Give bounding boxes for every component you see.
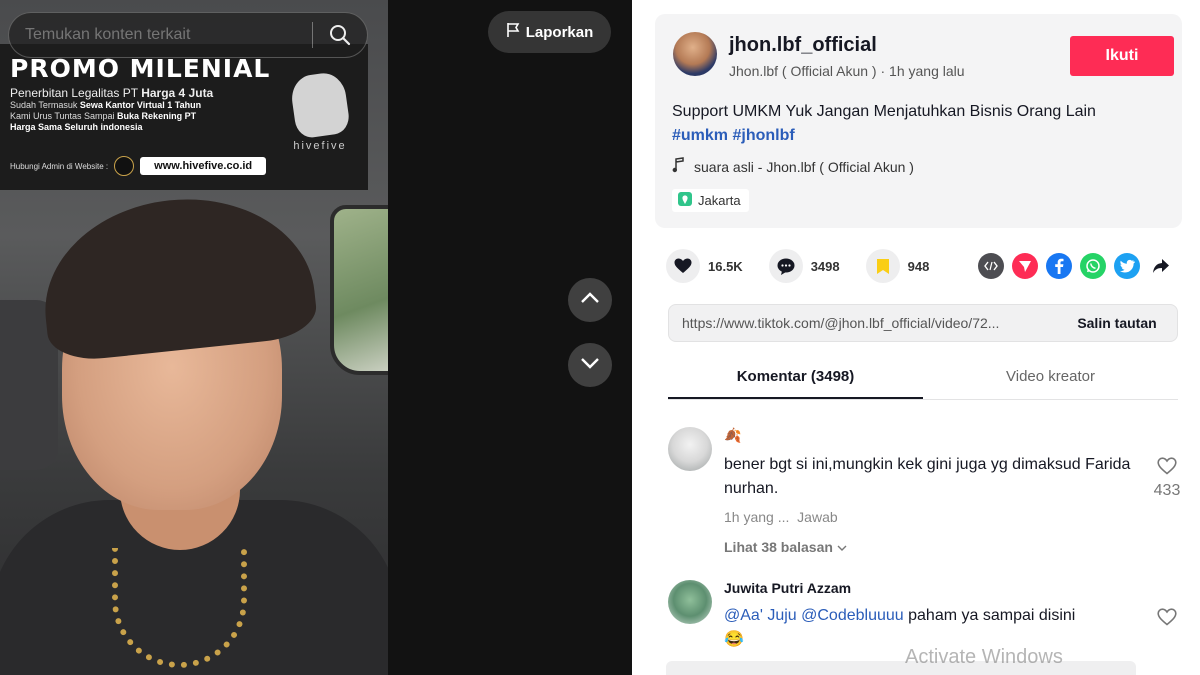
report-button[interactable]: Laporkan [488, 11, 611, 53]
promo-banner: PROMO MILENIAL Penerbitan Legalitas PT H… [0, 44, 368, 190]
facebook-icon[interactable] [1046, 253, 1072, 279]
previous-video-button[interactable] [568, 278, 612, 322]
chevron-up-icon [580, 291, 600, 309]
heart-outline-icon[interactable] [1157, 457, 1177, 479]
promo-subtitle-text: Penerbitan Legalitas PT [10, 86, 142, 100]
heart-outline-icon[interactable] [1157, 608, 1177, 630]
promo-line-2-text: Kami Urus Tuntas Sampai [10, 111, 118, 121]
video-link[interactable]: https://www.tiktok.com/@jhon.lbf_officia… [669, 315, 1057, 331]
promo-footer: Hubungi Admin di Website : www.hivefive.… [10, 156, 267, 176]
video-details-panel: jhon.lbf_official Jhon.lbf ( Official Ak… [632, 0, 1200, 675]
author-avatar[interactable] [673, 32, 717, 76]
copy-link-button[interactable]: Salin tautan [1057, 315, 1177, 331]
flag-icon [506, 22, 520, 42]
commenter-username[interactable]: Juwita Putri Azzam [724, 580, 851, 596]
commenter-username[interactable]: 🍂 [724, 427, 741, 444]
comment-count: 3498 [810, 258, 840, 274]
mention-link[interactable]: @Codebluuuu [801, 607, 904, 624]
tab-comments[interactable]: Komentar (3498) [668, 357, 923, 399]
chevron-down-icon [580, 356, 600, 374]
hand-icon [288, 70, 352, 140]
promo-line-2-bold: Buka Rekening PT [117, 111, 197, 121]
send-to-friends-icon[interactable] [1012, 253, 1038, 279]
os-activation-watermark: Activate Windows [905, 646, 1063, 668]
video-caption: Support UMKM Yuk Jangan Menjatuhkan Bisn… [672, 100, 1172, 148]
next-video-button[interactable] [568, 343, 612, 387]
comment-body: paham ya sampai disini [908, 607, 1076, 624]
music-label: suara asli - Jhon.lbf ( Official Akun ) [694, 158, 914, 175]
comment-text: bener bgt si ini,mungkin kek gini juga y… [724, 456, 1131, 497]
mention-link[interactable]: @Aa' Juju [724, 607, 797, 624]
view-replies-label: Lihat 38 balasan [724, 539, 833, 555]
location-pin-icon [678, 192, 692, 209]
author-username[interactable]: jhon.lbf_official [729, 34, 877, 57]
chevron-down-icon [837, 539, 847, 555]
person-cap [34, 186, 320, 364]
like-action[interactable]: 16.5K [666, 249, 743, 283]
video-player[interactable]: PROMO MILENIAL Penerbitan Legalitas PT H… [0, 0, 632, 675]
location-tag[interactable]: Jakarta [672, 189, 749, 212]
music-row[interactable]: suara asli - Jhon.lbf ( Official Akun ) [672, 157, 914, 176]
music-note-icon [672, 157, 684, 176]
location-label: Jakarta [698, 193, 741, 208]
comment-like[interactable]: 433 [1152, 457, 1182, 500]
twitter-icon[interactable] [1114, 253, 1140, 279]
search-bar[interactable] [8, 12, 368, 58]
reply-button[interactable]: Jawab [797, 509, 837, 525]
share-arrow-icon[interactable] [1148, 253, 1174, 279]
comment-emoji: 😂 [724, 631, 744, 648]
save-action[interactable]: 948 [865, 249, 930, 283]
comment-like-count: 433 [1153, 482, 1181, 499]
hivefive-logo-text: hivefive [293, 140, 347, 152]
commenter-avatar[interactable] [668, 427, 712, 471]
promo-contact: Hubungi Admin di Website : [10, 161, 109, 171]
embed-icon[interactable] [978, 253, 1004, 279]
comment-input-bar[interactable] [666, 661, 1136, 675]
search-icon[interactable] [313, 12, 367, 58]
hivefive-logo: hivefive [285, 70, 355, 164]
car-window [330, 205, 388, 375]
like-count: 16.5K [708, 258, 743, 274]
comment-like[interactable] [1152, 608, 1182, 631]
share-link-box: https://www.tiktok.com/@jhon.lbf_officia… [668, 304, 1178, 342]
comment-time: 1h yang ... [724, 509, 790, 525]
video-info-card: jhon.lbf_official Jhon.lbf ( Official Ak… [655, 14, 1182, 228]
heart-icon[interactable] [666, 249, 700, 283]
comment-item: 🍂 bener bgt si ini,mungkin kek gini juga… [668, 427, 1180, 562]
bookmark-icon[interactable] [865, 249, 900, 283]
author-meta: Jhon.lbf ( Official Akun ) · 1h yang lal… [729, 63, 965, 79]
share-icons [978, 253, 1174, 279]
promo-line-3-bold: Harga Sama Seluruh indonesia [10, 122, 143, 132]
report-label: Laporkan [525, 23, 594, 41]
promo-url: www.hivefive.co.id [140, 157, 267, 175]
globe-icon [114, 156, 135, 176]
hashtag-umkm[interactable]: #umkm [672, 127, 728, 144]
whatsapp-icon[interactable] [1080, 253, 1106, 279]
search-input[interactable] [9, 26, 312, 44]
actions-row: 16.5K 3498 948 [666, 249, 955, 283]
tab-creator-videos[interactable]: Video kreator [923, 357, 1178, 399]
video-frame[interactable]: PROMO MILENIAL Penerbitan Legalitas PT H… [0, 0, 388, 675]
view-replies-button[interactable]: Lihat 38 balasan [724, 539, 847, 555]
follow-button[interactable]: Ikuti [1070, 36, 1174, 76]
comment-text: @Aa' Juju @Codebluuuu paham ya sampai di… [724, 604, 1134, 652]
promo-line-1-bold: Sewa Kantor Virtual 1 Tahun [79, 100, 202, 110]
promo-line-1-text: Sudah Termasuk [10, 100, 80, 110]
commenter-avatar[interactable] [668, 580, 712, 624]
caption-text: Support UMKM Yuk Jangan Menjatuhkan Bisn… [672, 103, 1096, 120]
comment-tabs: Komentar (3498) Video kreator [668, 357, 1178, 400]
promo-subtitle-price: Harga 4 Juta [141, 86, 214, 100]
save-count: 948 [907, 258, 930, 274]
comment-icon[interactable] [768, 249, 803, 283]
comment-meta: 1h yang ... Jawab [724, 509, 838, 525]
comment-action[interactable]: 3498 [768, 249, 840, 283]
hashtag-jhonlbf[interactable]: #jhonlbf [732, 127, 794, 144]
